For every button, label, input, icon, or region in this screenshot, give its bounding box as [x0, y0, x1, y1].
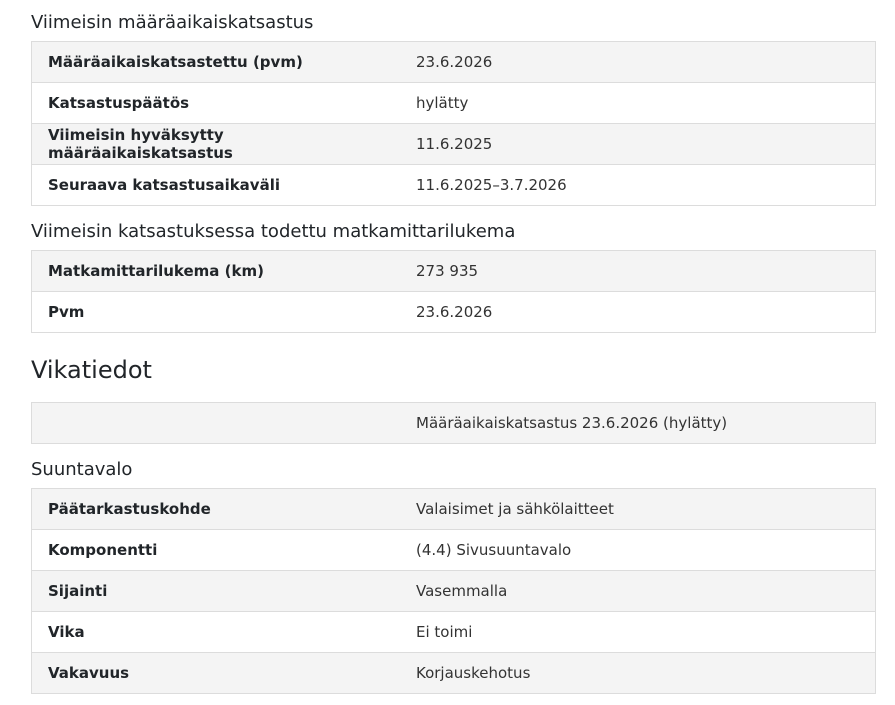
- table-row: Matkamittarilukema (km) 273 935: [31, 250, 876, 292]
- table-row: Määräaikaiskatsastettu (pvm) 23.6.2026: [31, 41, 876, 83]
- fault-details-table: Päätarkastuskohde Valaisimet ja sähkölai…: [31, 488, 876, 694]
- faults-inspection-table: Määräaikaiskatsastus 23.6.2026 (hylätty): [31, 402, 876, 444]
- odometer-table: Matkamittarilukema (km) 273 935 Pvm 23.6…: [31, 250, 876, 333]
- row-label: Seuraava katsastusaikaväli: [31, 164, 400, 206]
- row-value: 11.6.2025: [400, 123, 876, 165]
- table-row: Vika Ei toimi: [31, 611, 876, 653]
- row-label: Katsastuspäätös: [31, 82, 400, 124]
- row-value: Korjauskehotus: [400, 652, 876, 694]
- table-row: Katsastuspäätös hylätty: [31, 82, 876, 124]
- row-value: (4.4) Sivusuuntavalo: [400, 529, 876, 571]
- row-value: Valaisimet ja sähkölaitteet: [400, 488, 876, 530]
- row-value: hylätty: [400, 82, 876, 124]
- table-row: Vakavuus Korjauskehotus: [31, 652, 876, 694]
- row-label: Matkamittarilukema (km): [31, 250, 400, 292]
- fault-group-heading: Suuntavalo: [31, 459, 133, 480]
- table-row: Pvm 23.6.2026: [31, 291, 876, 333]
- faults-heading: Vikatiedot: [31, 356, 152, 384]
- table-row: Komponentti (4.4) Sivusuuntavalo: [31, 529, 876, 571]
- row-label: Sijainti: [31, 570, 400, 612]
- row-value: Vasemmalla: [400, 570, 876, 612]
- periodic-inspection-heading: Viimeisin määräaikaiskatsastus: [31, 12, 314, 33]
- odometer-heading: Viimeisin katsastuksessa todettu matkami…: [31, 221, 516, 242]
- row-label: Päätarkastuskohde: [31, 488, 400, 530]
- row-value: 273 935: [400, 250, 876, 292]
- row-label: Viimeisin hyväksytty määräaikaiskatsastu…: [31, 123, 400, 165]
- row-value: Määräaikaiskatsastus 23.6.2026 (hylätty): [400, 402, 876, 444]
- row-label: Määräaikaiskatsastettu (pvm): [31, 41, 400, 83]
- row-value: 23.6.2026: [400, 41, 876, 83]
- row-label: Pvm: [31, 291, 400, 333]
- row-label: [31, 402, 400, 444]
- row-value: Ei toimi: [400, 611, 876, 653]
- row-value: 23.6.2026: [400, 291, 876, 333]
- table-row: Viimeisin hyväksytty määräaikaiskatsastu…: [31, 123, 876, 165]
- periodic-inspection-table: Määräaikaiskatsastettu (pvm) 23.6.2026 K…: [31, 41, 876, 206]
- table-row: Seuraava katsastusaikaväli 11.6.2025–3.7…: [31, 164, 876, 206]
- row-label: Vika: [31, 611, 400, 653]
- row-value: 11.6.2025–3.7.2026: [400, 164, 876, 206]
- table-row: Määräaikaiskatsastus 23.6.2026 (hylätty): [31, 402, 876, 444]
- table-row: Sijainti Vasemmalla: [31, 570, 876, 612]
- row-label: Komponentti: [31, 529, 400, 571]
- table-row: Päätarkastuskohde Valaisimet ja sähkölai…: [31, 488, 876, 530]
- row-label: Vakavuus: [31, 652, 400, 694]
